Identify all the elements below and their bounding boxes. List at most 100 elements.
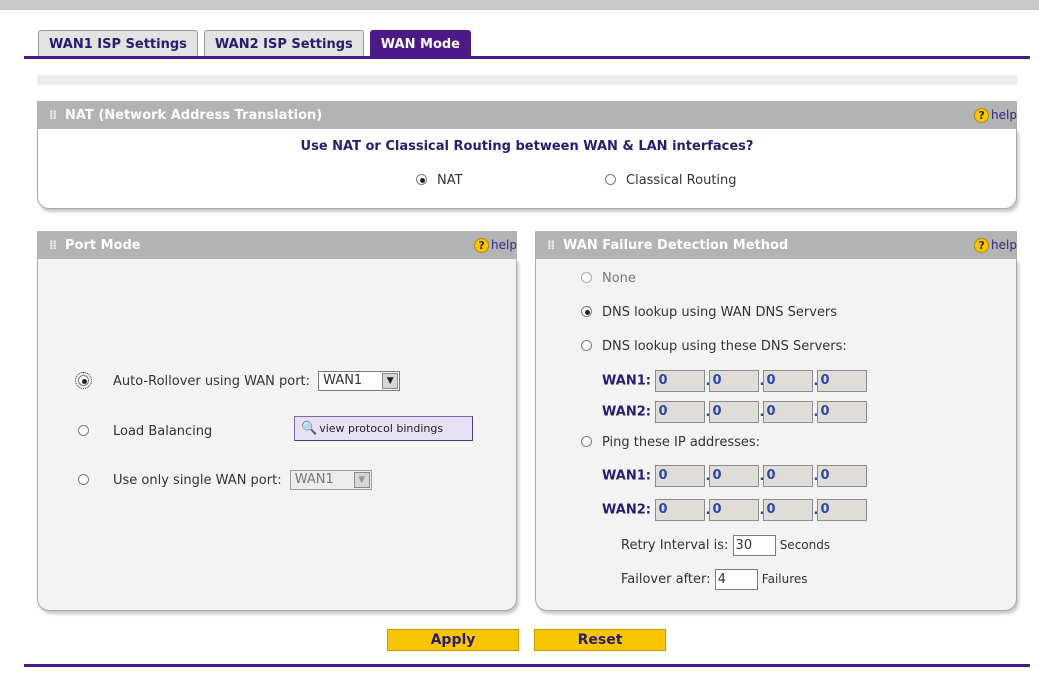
detection-ping-label: Ping these IP addresses:	[602, 435, 761, 450]
nat-radio[interactable]	[416, 174, 427, 185]
auto-rollover-port-value: WAN1	[323, 373, 363, 388]
port-mode-section-header: ⁞⁞ Port Mode ? help	[37, 231, 517, 259]
detection-dns-custom-radio[interactable]	[581, 340, 592, 351]
nat-panel: Use NAT or Classical Routing between WAN…	[37, 129, 1017, 209]
dns-wan1-octet-1[interactable]: 0	[655, 370, 706, 392]
detection-dns-wan-option[interactable]: DNS lookup using WAN DNS Servers	[581, 305, 837, 320]
nat-help-link[interactable]: ? help	[974, 101, 1017, 129]
nat-option-label: NAT	[437, 173, 463, 188]
single-wan-port-select: WAN1 ▼	[289, 470, 372, 490]
retry-interval-row: Retry Interval is: 30 Seconds	[621, 535, 830, 556]
nat-section-header: ⁞⁞ NAT (Network Address Translation) ? hel…	[37, 101, 1017, 129]
detection-dns-wan-label: DNS lookup using WAN DNS Servers	[602, 305, 838, 320]
detection-ping-option[interactable]: Ping these IP addresses:	[581, 435, 760, 450]
grip-icon: ⁞⁞	[49, 108, 57, 122]
chevron-down-icon: ▼	[382, 373, 399, 389]
tab-bar: WAN1 ISP Settings WAN2 ISP Settings WAN …	[38, 30, 471, 57]
port-mode-section-title: Port Mode	[65, 238, 141, 253]
ping-wan1-octet-4[interactable]: 0	[817, 465, 868, 487]
ping-wan1-label: WAN1:	[602, 468, 651, 484]
help-icon: ?	[474, 238, 490, 253]
ping-wan1-octet-1[interactable]: 0	[655, 465, 706, 487]
tab-wan2-isp-settings[interactable]: WAN2 ISP Settings	[203, 30, 364, 57]
content-divider	[37, 75, 1017, 85]
help-label: help	[491, 238, 517, 252]
grip-icon: ⁞⁞	[547, 238, 555, 252]
dns-wan2-label: WAN2:	[602, 404, 651, 420]
auto-rollover-radio[interactable]	[75, 371, 92, 389]
failure-detection-section-title: WAN Failure Detection Method	[563, 238, 789, 253]
dns-wan2-octet-4[interactable]: 0	[817, 401, 868, 423]
nat-section-title: NAT (Network Address Translation)	[65, 108, 323, 123]
retry-interval-label: Retry Interval is:	[621, 538, 729, 553]
dns-wan2-octet-3[interactable]: 0	[763, 401, 814, 423]
dns-wan1-octet-3[interactable]: 0	[763, 370, 814, 392]
ping-wan2-octet-1[interactable]: 0	[655, 499, 706, 521]
window-top-bar	[0, 0, 1039, 10]
nat-question: Use NAT or Classical Routing between WAN…	[300, 139, 754, 154]
help-label: help	[991, 108, 1017, 122]
detection-dns-custom-option[interactable]: DNS lookup using these DNS Servers:	[581, 339, 847, 354]
ping-wan1-octet-3[interactable]: 0	[763, 465, 814, 487]
help-icon: ?	[974, 108, 990, 123]
load-balancing-radio[interactable]	[78, 425, 89, 436]
reset-button[interactable]: Reset	[534, 629, 666, 651]
load-balancing-option[interactable]: Load Balancing	[78, 424, 212, 439]
detection-dns-wan-radio[interactable]	[581, 306, 592, 317]
grip-icon: ⁞⁞	[49, 238, 57, 252]
classical-routing-label: Classical Routing	[626, 173, 737, 188]
dns-wan2-octet-2[interactable]: 0	[709, 401, 760, 423]
failover-label: Failover after:	[621, 572, 711, 587]
failure-detection-section-header: ⁞⁞ WAN Failure Detection Method ? help	[535, 231, 1017, 259]
detection-none-option[interactable]: None	[581, 271, 636, 286]
view-protocol-bindings-button[interactable]: 🔍 view protocol bindings	[294, 416, 473, 441]
failure-detection-panel: None DNS lookup using WAN DNS Servers DN…	[535, 259, 1017, 611]
ping-wan2-label: WAN2:	[602, 502, 651, 518]
dns-wan1-octet-4[interactable]: 0	[817, 370, 868, 392]
failover-unit: Failures	[761, 572, 808, 586]
nat-option-classical-routing[interactable]: Classical Routing	[605, 173, 737, 188]
auto-rollover-label: Auto-Rollover using WAN port:	[113, 373, 311, 389]
auto-rollover-port-select[interactable]: WAN1 ▼	[318, 371, 401, 391]
failover-input[interactable]: 4	[714, 569, 758, 590]
tab-wan-mode[interactable]: WAN Mode	[369, 30, 471, 57]
help-label: help	[991, 238, 1017, 252]
single-wan-port-value: WAN1	[294, 472, 334, 487]
window-top-divider	[0, 10, 1039, 13]
single-wan-port-label: Use only single WAN port:	[113, 472, 282, 488]
magnifier-icon: 🔍	[301, 421, 318, 436]
view-bindings-label: view protocol bindings	[319, 422, 444, 435]
port-mode-help-link[interactable]: ? help	[474, 231, 517, 259]
detection-none-label: None	[602, 271, 636, 286]
help-icon: ?	[974, 238, 990, 253]
dns-wan2-row: WAN2: 0.0.0.0	[602, 401, 868, 423]
dns-wan1-row: WAN1: 0.0.0.0	[602, 370, 868, 392]
single-wan-port-option[interactable]: Use only single WAN port: WAN1 ▼	[78, 470, 372, 490]
detection-none-radio[interactable]	[581, 272, 592, 283]
ping-wan1-row: WAN1: 0.0.0.0	[602, 465, 868, 487]
chevron-down-icon: ▼	[353, 472, 370, 488]
failover-row: Failover after: 4 Failures	[621, 569, 808, 590]
port-mode-panel: Auto-Rollover using WAN port: WAN1 ▼ Load…	[37, 259, 517, 611]
content-area: ⁞⁞ NAT (Network Address Translation) ? hel…	[24, 56, 1030, 667]
detection-dns-custom-label: DNS lookup using these DNS Servers:	[602, 339, 847, 354]
detection-ping-radio[interactable]	[581, 436, 592, 447]
classical-routing-radio[interactable]	[605, 174, 616, 185]
ping-wan2-octet-2[interactable]: 0	[709, 499, 760, 521]
tab-wan1-isp-settings[interactable]: WAN1 ISP Settings	[38, 30, 198, 57]
ping-wan2-octet-3[interactable]: 0	[763, 499, 814, 521]
retry-interval-input[interactable]: 30	[732, 535, 776, 556]
failure-detection-help-link[interactable]: ? help	[974, 231, 1017, 259]
dns-wan1-octet-2[interactable]: 0	[709, 370, 760, 392]
nat-option-nat[interactable]: NAT	[416, 173, 463, 188]
ping-wan1-octet-2[interactable]: 0	[709, 465, 760, 487]
single-wan-port-radio[interactable]	[78, 473, 89, 485]
apply-button[interactable]: Apply	[387, 629, 519, 651]
ping-wan2-octet-4[interactable]: 0	[817, 499, 868, 521]
auto-rollover-option[interactable]: Auto-Rollover using WAN port: WAN1 ▼	[75, 371, 401, 391]
dns-wan1-label: WAN1:	[602, 373, 651, 389]
ping-wan2-row: WAN2: 0.0.0.0	[602, 499, 868, 521]
dns-wan2-octet-1[interactable]: 0	[655, 401, 706, 423]
load-balancing-label: Load Balancing	[113, 424, 213, 439]
retry-interval-unit: Seconds	[779, 538, 831, 552]
